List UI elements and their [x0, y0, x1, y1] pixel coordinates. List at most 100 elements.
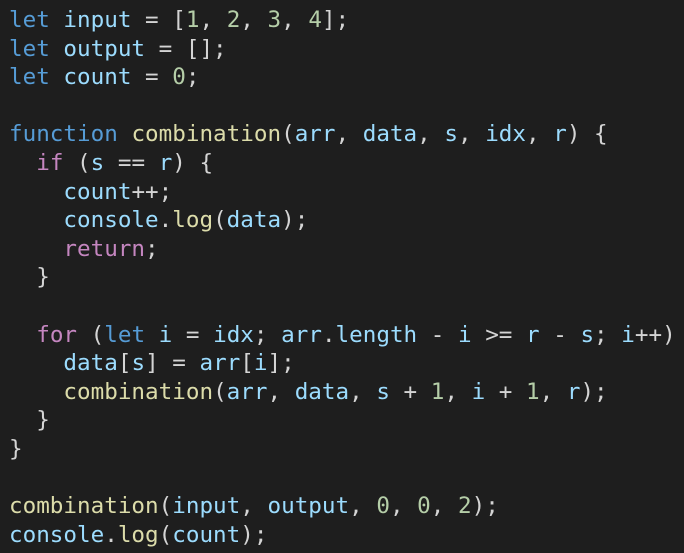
code-token: , [281, 7, 309, 33]
code-line-15: } [9, 406, 684, 435]
code-token: >= [471, 321, 527, 348]
code-token: return [63, 235, 146, 262]
code-line-16: } [9, 435, 684, 464]
code-token: = []; [145, 35, 227, 62]
code-token: arr [199, 350, 241, 377]
code-token: i [471, 378, 486, 405]
code-token: ; [185, 64, 200, 91]
code-token: 2 [457, 493, 472, 520]
code-token: ( [158, 493, 173, 520]
code-token: } [9, 264, 50, 291]
code-token: s [444, 121, 458, 148]
code-line-13: data[s] = arr[i]; [9, 349, 684, 378]
code-token: 1 [526, 378, 540, 405]
code-line-18: combination(input, output, 0, 0, 2); [9, 492, 684, 521]
code-token: [ [117, 350, 132, 377]
code-token: ; [145, 235, 159, 262]
code-token: input [172, 493, 241, 520]
code-token: - [539, 321, 581, 348]
code-token: combination [9, 493, 159, 520]
code-token: ; [253, 321, 282, 348]
code-token: i [158, 321, 173, 348]
code-token: arr [226, 378, 268, 405]
code-token: ( [281, 121, 295, 148]
code-line-12: for (let i = idx; arr.length - i >= r - … [9, 321, 684, 350]
code-token: ++; [131, 178, 173, 205]
code-line-14: combination(arr, data, s + 1, i + 1, r); [9, 378, 684, 407]
code-token: , [267, 378, 295, 405]
code-line-19: console.log(count); [9, 521, 684, 550]
code-token: , [430, 493, 458, 520]
code-token: s [131, 350, 146, 377]
code-token: s [376, 378, 390, 405]
code-token: i [253, 350, 268, 377]
code-token: ); [580, 378, 608, 405]
code-token: data [294, 378, 350, 405]
code-editor[interactable]: let input = [1, 2, 3, 4]; let output = []… [0, 0, 684, 553]
code-token: let [104, 321, 146, 348]
code-token: r [553, 121, 567, 148]
code-token: log [172, 207, 214, 234]
code-token: arr [294, 121, 336, 148]
code-token: 1 [185, 7, 200, 33]
code-token: 0 [417, 493, 431, 520]
code-token: , [526, 121, 554, 148]
code-token: , [335, 121, 363, 148]
code-token: let [9, 7, 50, 33]
code-token: 3 [267, 7, 282, 33]
code-token: , [349, 493, 377, 520]
code-token: r [526, 321, 540, 348]
code-token: count [172, 521, 241, 548]
code-token: let [9, 64, 50, 91]
code-token: , [457, 121, 486, 148]
code-token: , [199, 7, 227, 33]
code-token: combination [63, 378, 214, 405]
code-token: ]; [321, 7, 350, 33]
code-token: == [104, 149, 159, 176]
code-line-9: return; [9, 235, 684, 264]
code-token: , [444, 378, 472, 405]
code-token: ); [471, 493, 499, 520]
code-token: , [389, 493, 418, 520]
code-token: ( [213, 378, 227, 405]
code-token: ( [213, 207, 227, 234]
code-token: output [267, 493, 350, 520]
code-token: ( [77, 321, 105, 348]
code-line-7: count++; [9, 178, 684, 207]
code-token: ) { [566, 121, 608, 148]
code-token: i [621, 321, 635, 348]
code-token: 2 [226, 7, 241, 33]
code-token: idx [485, 121, 526, 148]
code-token: ) { [172, 149, 214, 176]
code-token: + [485, 378, 527, 405]
code-token: data [362, 121, 418, 148]
code-token: 1 [430, 378, 445, 405]
code-token: - [417, 321, 458, 348]
code-token: arr [281, 321, 322, 348]
code-token: ] = [145, 350, 200, 377]
code-token: function [9, 121, 118, 148]
code-token: console [9, 521, 105, 548]
code-token: r [158, 149, 173, 176]
code-token: length [335, 321, 418, 348]
code-token: idx [213, 321, 254, 348]
code-token: ( [158, 521, 173, 548]
code-line-8: console.log(data); [9, 206, 684, 235]
code-token: r [566, 378, 581, 405]
code-token: , [240, 7, 268, 33]
code-token: . [321, 321, 336, 348]
code-token: 0 [376, 493, 390, 520]
code-token: s [90, 149, 105, 176]
code-token: data [63, 350, 118, 377]
code-line-6: if (s == r) { [9, 149, 684, 178]
code-token: for [36, 321, 78, 348]
